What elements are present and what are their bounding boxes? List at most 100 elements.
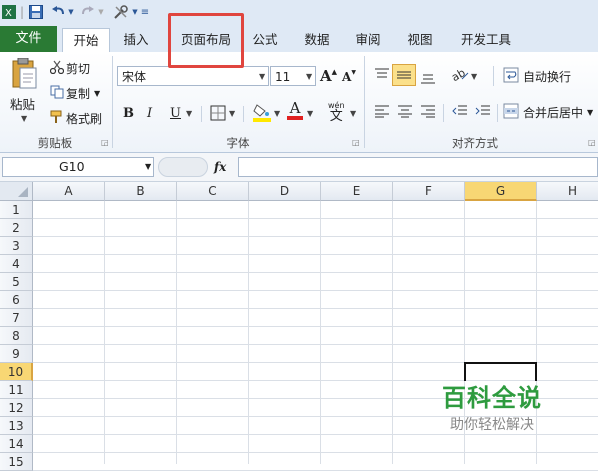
row-header-12[interactable]: 12 bbox=[0, 399, 33, 417]
row-header-3[interactable]: 3 bbox=[0, 237, 33, 255]
save-icon[interactable] bbox=[28, 3, 44, 21]
gridline-horizontal bbox=[33, 452, 598, 453]
select-all-corner[interactable] bbox=[0, 182, 33, 201]
fill-color-dropdown-icon[interactable]: ▼ bbox=[274, 109, 280, 118]
font-color-button[interactable]: A bbox=[287, 100, 303, 122]
clipboard-launcher-icon[interactable]: ◲ bbox=[101, 138, 109, 147]
redo-dropdown-icon[interactable]: ▼ bbox=[97, 3, 105, 21]
gridline-vertical bbox=[392, 201, 393, 464]
copy-button[interactable]: 复制 ▼ bbox=[50, 85, 100, 101]
align-right-icon[interactable] bbox=[420, 104, 436, 118]
align-divider bbox=[443, 104, 444, 122]
borders-icon[interactable] bbox=[210, 104, 226, 122]
column-header-f[interactable]: F bbox=[393, 182, 465, 201]
row-header-1[interactable]: 1 bbox=[0, 201, 33, 219]
quick-access-toolbar: X | ▼ ▼ ▼ ≡ bbox=[0, 0, 598, 25]
formula-bar-resize-handle[interactable] bbox=[158, 157, 208, 177]
name-box-value: G10 bbox=[59, 159, 85, 174]
row-header-6[interactable]: 6 bbox=[0, 291, 33, 309]
font-size-dropdown-icon[interactable]: ▼ bbox=[306, 72, 312, 81]
italic-button[interactable]: I bbox=[147, 104, 152, 122]
alignment-launcher-icon[interactable]: ◲ bbox=[588, 138, 596, 147]
phonetic-guide-button[interactable]: wén 文 bbox=[328, 100, 345, 124]
decrease-indent-icon[interactable] bbox=[452, 104, 468, 118]
fill-color-icon[interactable] bbox=[252, 102, 272, 122]
shrink-font-button[interactable]: A ▼ bbox=[342, 68, 356, 86]
name-box[interactable]: G10 ▼ bbox=[2, 157, 154, 177]
column-header-a[interactable]: A bbox=[33, 182, 105, 201]
underline-dropdown-icon[interactable]: ▼ bbox=[186, 109, 192, 118]
font-divider bbox=[201, 106, 202, 122]
bold-button[interactable]: B bbox=[123, 104, 134, 122]
orientation-icon[interactable]: ab bbox=[450, 66, 470, 82]
merge-center-dropdown-icon[interactable]: ▼ bbox=[587, 108, 593, 117]
column-header-c[interactable]: C bbox=[177, 182, 249, 201]
gridline-vertical bbox=[104, 201, 105, 464]
column-header-d[interactable]: D bbox=[249, 182, 321, 201]
font-name-select[interactable]: 宋体 bbox=[117, 66, 269, 86]
merge-center-button[interactable]: 合并后居中 ▼ bbox=[503, 102, 593, 122]
row-header-11[interactable]: 11 bbox=[0, 381, 33, 399]
tab-home[interactable]: 开始 bbox=[62, 28, 110, 53]
undo-dropdown-icon[interactable]: ▼ bbox=[67, 3, 75, 21]
font-launcher-icon[interactable]: ◲ bbox=[352, 138, 360, 147]
tab-insert[interactable]: 插入 bbox=[113, 28, 159, 52]
row-header-4[interactable]: 4 bbox=[0, 255, 33, 273]
column-header-b[interactable]: B bbox=[105, 182, 177, 201]
wrap-text-button[interactable]: 自动换行 bbox=[503, 66, 571, 86]
tools-dropdown-icon[interactable]: ▼ bbox=[131, 3, 139, 21]
gridline-vertical bbox=[248, 201, 249, 464]
align-center-icon[interactable] bbox=[397, 104, 413, 118]
row-header-5[interactable]: 5 bbox=[0, 273, 33, 291]
align-bottom-icon[interactable] bbox=[420, 70, 436, 84]
row-header-2[interactable]: 2 bbox=[0, 219, 33, 237]
tab-file[interactable]: 文件 bbox=[0, 26, 57, 52]
increase-indent-icon[interactable] bbox=[475, 104, 491, 118]
grow-font-button[interactable]: A ▲ bbox=[320, 66, 337, 86]
orientation-dropdown-icon[interactable]: ▼ bbox=[471, 72, 477, 81]
row-header-10[interactable]: 10 bbox=[0, 363, 33, 381]
tab-review[interactable]: 审阅 bbox=[347, 28, 389, 52]
paste-dropdown-icon[interactable]: ▼ bbox=[21, 114, 27, 123]
watermark-title: 百科全说 bbox=[442, 384, 542, 412]
watermark: 百科全说 助你轻松解决 bbox=[420, 378, 580, 438]
font-name-value: 宋体 bbox=[122, 70, 147, 84]
column-header-h[interactable]: H bbox=[537, 182, 598, 201]
tools-icon[interactable] bbox=[112, 3, 130, 21]
brush-icon bbox=[50, 110, 66, 127]
row-header-7[interactable]: 7 bbox=[0, 309, 33, 327]
row-header-13[interactable]: 13 bbox=[0, 417, 33, 435]
paste-icon[interactable] bbox=[10, 58, 38, 90]
row-header-9[interactable]: 9 bbox=[0, 345, 33, 363]
group-separator bbox=[364, 56, 365, 148]
cut-button[interactable]: 剪切 bbox=[49, 60, 90, 76]
paste-label[interactable]: 粘贴 bbox=[10, 95, 35, 112]
phonetic-dropdown-icon[interactable]: ▼ bbox=[350, 109, 356, 118]
tab-developer[interactable]: 开发工具 bbox=[454, 28, 518, 52]
underline-button[interactable]: U bbox=[170, 104, 181, 122]
format-painter-label: 格式刷 bbox=[66, 111, 103, 126]
align-top-icon[interactable] bbox=[374, 68, 390, 82]
row-header-8[interactable]: 8 bbox=[0, 327, 33, 345]
copy-dropdown-icon[interactable]: ▼ bbox=[94, 89, 100, 98]
undo-icon[interactable] bbox=[50, 3, 66, 21]
font-color-dropdown-icon[interactable]: ▼ bbox=[307, 109, 313, 118]
row-header-14[interactable]: 14 bbox=[0, 435, 33, 453]
redo-icon[interactable] bbox=[80, 3, 96, 21]
tab-data[interactable]: 数据 bbox=[296, 28, 338, 52]
font-name-dropdown-icon[interactable]: ▼ bbox=[259, 72, 265, 81]
column-header-e[interactable]: E bbox=[321, 182, 393, 201]
align-middle-icon[interactable] bbox=[392, 64, 416, 86]
format-painter-button[interactable]: 格式刷 bbox=[50, 110, 102, 126]
tab-view[interactable]: 视图 bbox=[399, 28, 441, 52]
insert-function-button[interactable]: fx bbox=[214, 157, 226, 177]
column-header-g[interactable]: G bbox=[465, 182, 537, 201]
tab-formulas[interactable]: 公式 bbox=[245, 28, 285, 52]
customize-toolbar-icon[interactable]: ≡ bbox=[140, 3, 150, 21]
align-divider bbox=[497, 104, 498, 122]
row-header-15[interactable]: 15 bbox=[0, 453, 33, 471]
name-box-dropdown-icon[interactable]: ▼ bbox=[145, 158, 151, 176]
formula-input[interactable] bbox=[238, 157, 598, 177]
align-left-icon[interactable] bbox=[374, 104, 390, 118]
borders-dropdown-icon[interactable]: ▼ bbox=[229, 109, 235, 118]
